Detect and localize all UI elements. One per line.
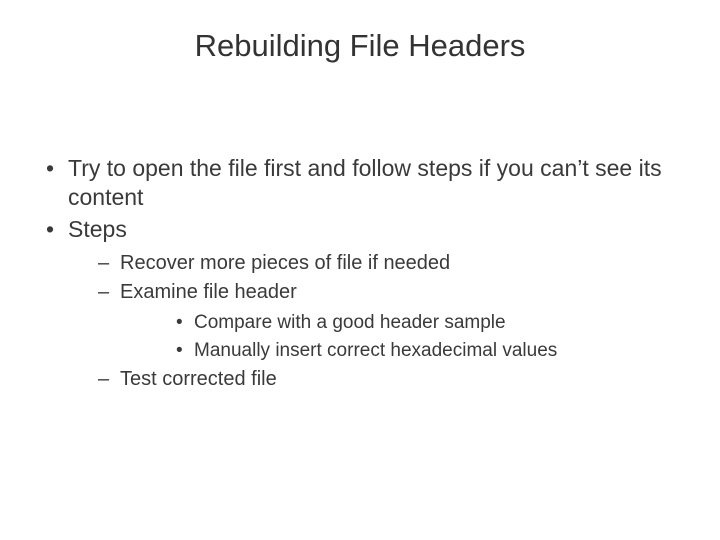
bullet-l2: Recover more pieces of file if needed xyxy=(68,250,690,277)
bullet-l1: Steps Recover more pieces of file if nee… xyxy=(38,215,690,393)
slide-title: Rebuilding File Headers xyxy=(0,28,720,64)
bullet-text: Manually insert correct hexadecimal valu… xyxy=(194,340,557,361)
slide-body: Try to open the file first and follow st… xyxy=(38,154,690,395)
bullet-text: Examine file header xyxy=(120,281,297,303)
bullet-text: Test corrected file xyxy=(120,368,277,390)
bullet-text: Compare with a good header sample xyxy=(194,312,506,333)
bullet-text: Recover more pieces of file if needed xyxy=(120,252,450,274)
bullet-l3: Manually insert correct hexadecimal valu… xyxy=(120,338,690,364)
bullet-l2: Examine file header Compare with a good … xyxy=(68,279,690,363)
bullet-text: Try to open the file first and follow st… xyxy=(68,155,662,210)
bullet-l1: Try to open the file first and follow st… xyxy=(38,154,690,213)
bullet-l2: Test corrected file xyxy=(68,366,690,393)
bullet-text: Steps xyxy=(68,216,127,242)
slide: Rebuilding File Headers Try to open the … xyxy=(0,0,720,540)
bullet-l3: Compare with a good header sample xyxy=(120,310,690,336)
